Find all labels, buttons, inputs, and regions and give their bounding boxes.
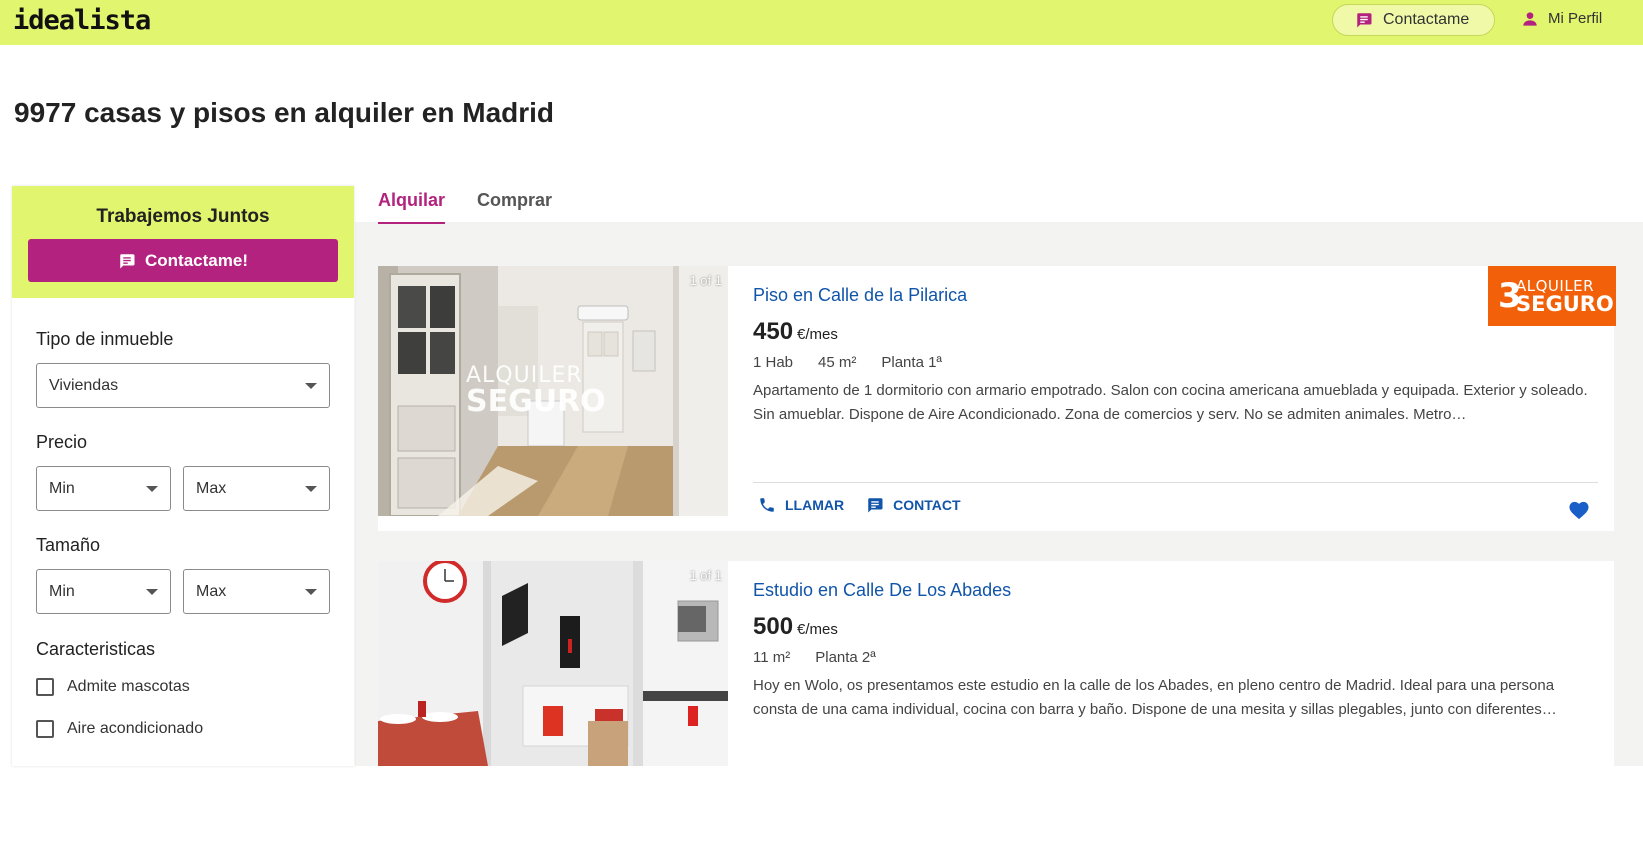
listing-photo[interactable]: 1 of 1 ALQUILER SEGURO [378, 266, 728, 516]
admite-mascotas-checkbox[interactable]: Admite mascotas [36, 678, 190, 696]
badge-line-2: SEGURO [1516, 292, 1614, 316]
tamano-label: Tamaño [36, 535, 101, 555]
listing-details: 1 Hab 45 m² Planta 1ª [753, 354, 967, 371]
aire-acondicionado-label: Aire acondicionado [67, 720, 204, 737]
chevron-down-icon [305, 589, 317, 595]
chat-icon [120, 253, 135, 268]
alquiler-seguro-watermark: ALQUILER SEGURO [466, 365, 606, 417]
listing-description[interactable]: Hoy en Wolo, os presentamos este estudio… [753, 674, 1598, 722]
image-counter: 1 of 1 [689, 568, 722, 583]
tipo-inmueble-select[interactable]: Viviendas [36, 363, 330, 408]
contactame-label: Contactame [1383, 11, 1470, 28]
apartment-photo [378, 561, 728, 766]
mi-perfil-label: Mi Perfil [1548, 10, 1603, 27]
price-unit: €/mes [797, 326, 838, 343]
aire-acondicionado-checkbox[interactable]: Aire acondicionado [36, 720, 203, 738]
listing-title[interactable]: Estudio en Calle De Los Abades [753, 580, 1011, 601]
chat-icon [1357, 13, 1372, 28]
contactame-promo-button[interactable]: Contactame! [28, 239, 338, 282]
call-button[interactable]: LLAMAR [758, 496, 844, 514]
alquiler-seguro-badge: 3 ALQUILER SEGURO [1488, 266, 1616, 326]
listing-card[interactable]: 1 of 1 ALQUILER SEGURO Piso en Calle de … [378, 266, 1616, 531]
chevron-down-icon [305, 486, 317, 492]
detail-size: 45 m² [818, 354, 857, 371]
favorite-button[interactable] [1568, 500, 1590, 525]
message-icon [868, 498, 883, 513]
listing-actions: LLAMAR CONTACT [758, 496, 983, 514]
detail-floor: Planta 1ª [881, 354, 942, 371]
detail-rooms: 1 Hab [753, 354, 794, 371]
listing-title[interactable]: Piso en Calle de la Pilarica [753, 285, 967, 306]
precio-max-value: Max [196, 479, 227, 497]
checkbox-box[interactable] [36, 678, 54, 696]
contactame-header-button[interactable]: Contactame [1332, 4, 1495, 36]
precio-label: Precio [36, 432, 88, 452]
chevron-down-icon [146, 486, 158, 492]
listing-details: 11 m² Planta 2ª [753, 649, 901, 666]
listing-photo[interactable]: 1 of 1 [378, 561, 728, 766]
call-label: LLAMAR [785, 497, 845, 513]
phone-icon [760, 498, 774, 512]
checkbox-box[interactable] [36, 720, 54, 738]
filter-sidebar: Trabajemos Juntos Contactame! Tipo de in… [12, 186, 354, 766]
chevron-down-icon [146, 589, 158, 595]
page-title: 9977 casas y pisos en alquiler en Madrid [14, 97, 555, 128]
divider [753, 482, 1598, 483]
tamano-max-select[interactable]: Max [183, 569, 330, 614]
promo-box: Trabajemos Juntos Contactame! [12, 186, 354, 298]
listing-price: 450 €/mes [753, 318, 838, 346]
listing-description[interactable]: Apartamento de 1 dormitorio con armario … [753, 379, 1598, 427]
image-counter: 1 of 1 [689, 273, 722, 288]
tipo-inmueble-label: Tipo de inmueble [36, 329, 174, 349]
listing-card[interactable]: 1 of 1 Estudio en Calle De Los Abades 50… [378, 561, 1614, 766]
tamano-min-select[interactable]: Min [36, 569, 171, 614]
promo-title: Trabajemos Juntos [96, 206, 270, 227]
idealista-logo[interactable]: idealista [13, 5, 151, 36]
tamano-max-value: Max [196, 582, 227, 600]
tab-alquilar[interactable]: Alquilar [378, 178, 446, 224]
promo-button-label: Contactame! [145, 250, 248, 270]
detail-floor: Planta 2ª [815, 649, 876, 666]
price-value: 500 [753, 613, 794, 640]
caracteristicas-label: Caracteristicas [36, 639, 156, 659]
precio-min-select[interactable]: Min [36, 466, 171, 511]
precio-max-select[interactable]: Max [183, 466, 330, 511]
contact-label: CONTACT [893, 497, 961, 513]
contact-button[interactable]: CONTACT [866, 496, 961, 514]
mi-perfil-link[interactable]: Mi Perfil [1522, 10, 1602, 27]
heart-icon [1569, 501, 1589, 520]
person-icon [1523, 11, 1537, 26]
watermark-line-2: SEGURO [466, 384, 606, 419]
chevron-down-icon [305, 383, 317, 389]
admite-mascotas-label: Admite mascotas [67, 678, 190, 695]
detail-size: 11 m² [753, 649, 791, 666]
precio-min-value: Min [49, 479, 75, 497]
tamano-min-value: Min [49, 582, 75, 600]
top-bar: idealista Contactame Mi Perfil [0, 0, 1643, 45]
operation-tabs: Alquilar Comprar [378, 178, 584, 224]
listing-price: 500 €/mes [753, 613, 838, 641]
price-value: 450 [753, 318, 794, 345]
tab-comprar[interactable]: Comprar [477, 178, 552, 224]
price-unit: €/mes [797, 621, 838, 638]
tipo-inmueble-value: Viviendas [49, 376, 119, 394]
